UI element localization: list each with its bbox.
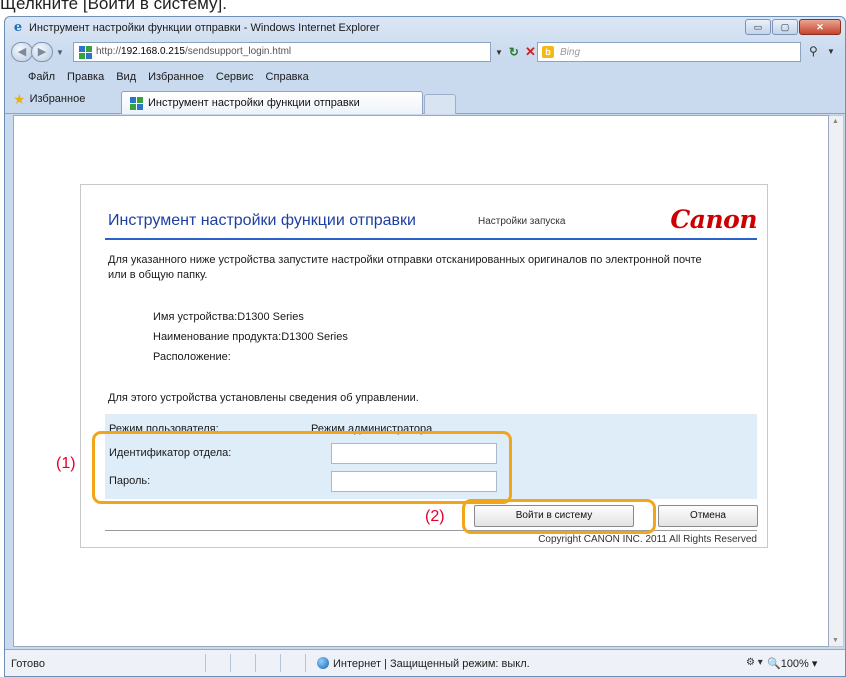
canon-logo: Canon — [670, 205, 757, 234]
stop-button[interactable]: ✕ — [525, 44, 536, 60]
recent-pages-dropdown-icon[interactable]: ▼ — [56, 48, 64, 57]
footer-divider — [105, 530, 757, 531]
instruction-caption: Щелкните [Войти в систему]. — [0, 0, 227, 13]
menu-help[interactable]: Справка — [263, 67, 312, 87]
tab-active[interactable]: Инструмент настройки функции отправки — [121, 91, 423, 114]
device-name: Имя устройства:D1300 Series — [153, 311, 304, 323]
close-button[interactable]: ✕ — [799, 19, 841, 35]
favorites-button[interactable]: ★ Избранное — [13, 92, 85, 106]
tab-site-icon — [130, 96, 143, 110]
bing-icon: b — [542, 46, 554, 58]
navigation-bar: ◀ ▶ ▼ http://192.168.0.215/sendsupport_l… — [5, 39, 845, 65]
management-info-text: Для этого устройства установлены сведени… — [108, 392, 419, 404]
callout-label-1: (1) — [56, 455, 76, 472]
search-options-dropdown-icon[interactable]: ▼ — [827, 47, 835, 56]
callout-frame-credentials — [92, 431, 512, 504]
star-icon: ★ — [13, 91, 26, 107]
search-placeholder: Bing — [560, 47, 581, 58]
refresh-button[interactable]: ↻ — [509, 45, 519, 59]
status-separator — [280, 654, 281, 672]
title-bar: e Инструмент настройки функции отправки … — [5, 17, 845, 39]
status-tools-icon[interactable]: ⚙ ▾ — [746, 657, 763, 668]
scroll-up-icon[interactable]: ▲ — [832, 118, 839, 125]
maximize-button[interactable]: ▢ — [772, 19, 798, 35]
minimize-button[interactable]: ▭ — [745, 19, 771, 35]
security-zone-text[interactable]: Интернет | Защищенный режим: выкл. — [333, 658, 530, 670]
status-bar: Готово Интернет | Защищенный режим: выкл… — [5, 649, 845, 676]
product-name: Наименование продукта:D1300 Series — [153, 331, 348, 343]
back-button[interactable]: ◀ — [11, 42, 33, 62]
menu-file[interactable]: Файл — [25, 67, 58, 87]
ie-logo-icon: e — [13, 20, 23, 35]
page-title: Инструмент настройки функции отправки — [108, 212, 416, 229]
window-controls: ▭ ▢ ✕ — [745, 19, 841, 35]
search-input[interactable]: b Bing — [537, 42, 801, 62]
address-url: http://192.168.0.215/sendsupport_login.h… — [96, 46, 292, 57]
window-title: Инструмент настройки функции отправки - … — [29, 22, 380, 34]
internet-zone-icon — [317, 657, 329, 669]
copyright-text: Copyright CANON INC. 2011 All Rights Res… — [538, 534, 757, 545]
intro-text: Для указанного ниже устройства запустите… — [108, 254, 702, 281]
menu-tools[interactable]: Сервис — [213, 67, 257, 87]
menu-edit[interactable]: Правка — [64, 67, 107, 87]
browser-window: e Инструмент настройки функции отправки … — [4, 16, 846, 677]
site-icon — [79, 46, 92, 59]
status-ready: Готово — [11, 658, 45, 670]
address-bar[interactable]: http://192.168.0.215/sendsupport_login.h… — [73, 42, 491, 62]
status-separator — [230, 654, 231, 672]
status-separator — [305, 654, 306, 672]
cancel-button[interactable]: Отмена — [658, 505, 758, 527]
forward-button[interactable]: ▶ — [31, 42, 53, 62]
vertical-scrollbar[interactable]: ▲ ▼ — [829, 115, 844, 647]
callout-frame-login — [462, 499, 656, 534]
search-icon[interactable]: ⚲ — [809, 44, 818, 58]
device-location: Расположение: — [153, 351, 231, 363]
new-tab-button[interactable] — [424, 94, 456, 114]
tab-label: Инструмент настройки функции отправки — [148, 97, 360, 109]
menu-view[interactable]: Вид — [113, 67, 139, 87]
callout-label-2: (2) — [425, 508, 445, 525]
menu-bar: Файл Правка Вид Избранное Сервис Справка — [5, 67, 845, 87]
device-info: Имя устройства:D1300 Series Наименование… — [153, 307, 348, 367]
page-subtitle: Настройки запуска — [478, 216, 566, 227]
status-separator — [255, 654, 256, 672]
favorites-bar: ★ Избранное Инструмент настройки функции… — [5, 88, 845, 114]
header-divider — [105, 238, 757, 240]
address-dropdown-icon[interactable]: ▼ — [495, 48, 503, 57]
page-content: Инструмент настройки функции отправки На… — [13, 115, 829, 647]
zoom-level[interactable]: 🔍100% ▾ — [767, 657, 817, 670]
status-separator — [205, 654, 206, 672]
address-controls: ▼ ↻ ✕ — [491, 42, 536, 62]
favorites-label: Избранное — [29, 93, 86, 105]
scroll-down-icon[interactable]: ▼ — [832, 637, 839, 644]
menu-favorites[interactable]: Избранное — [145, 67, 207, 87]
